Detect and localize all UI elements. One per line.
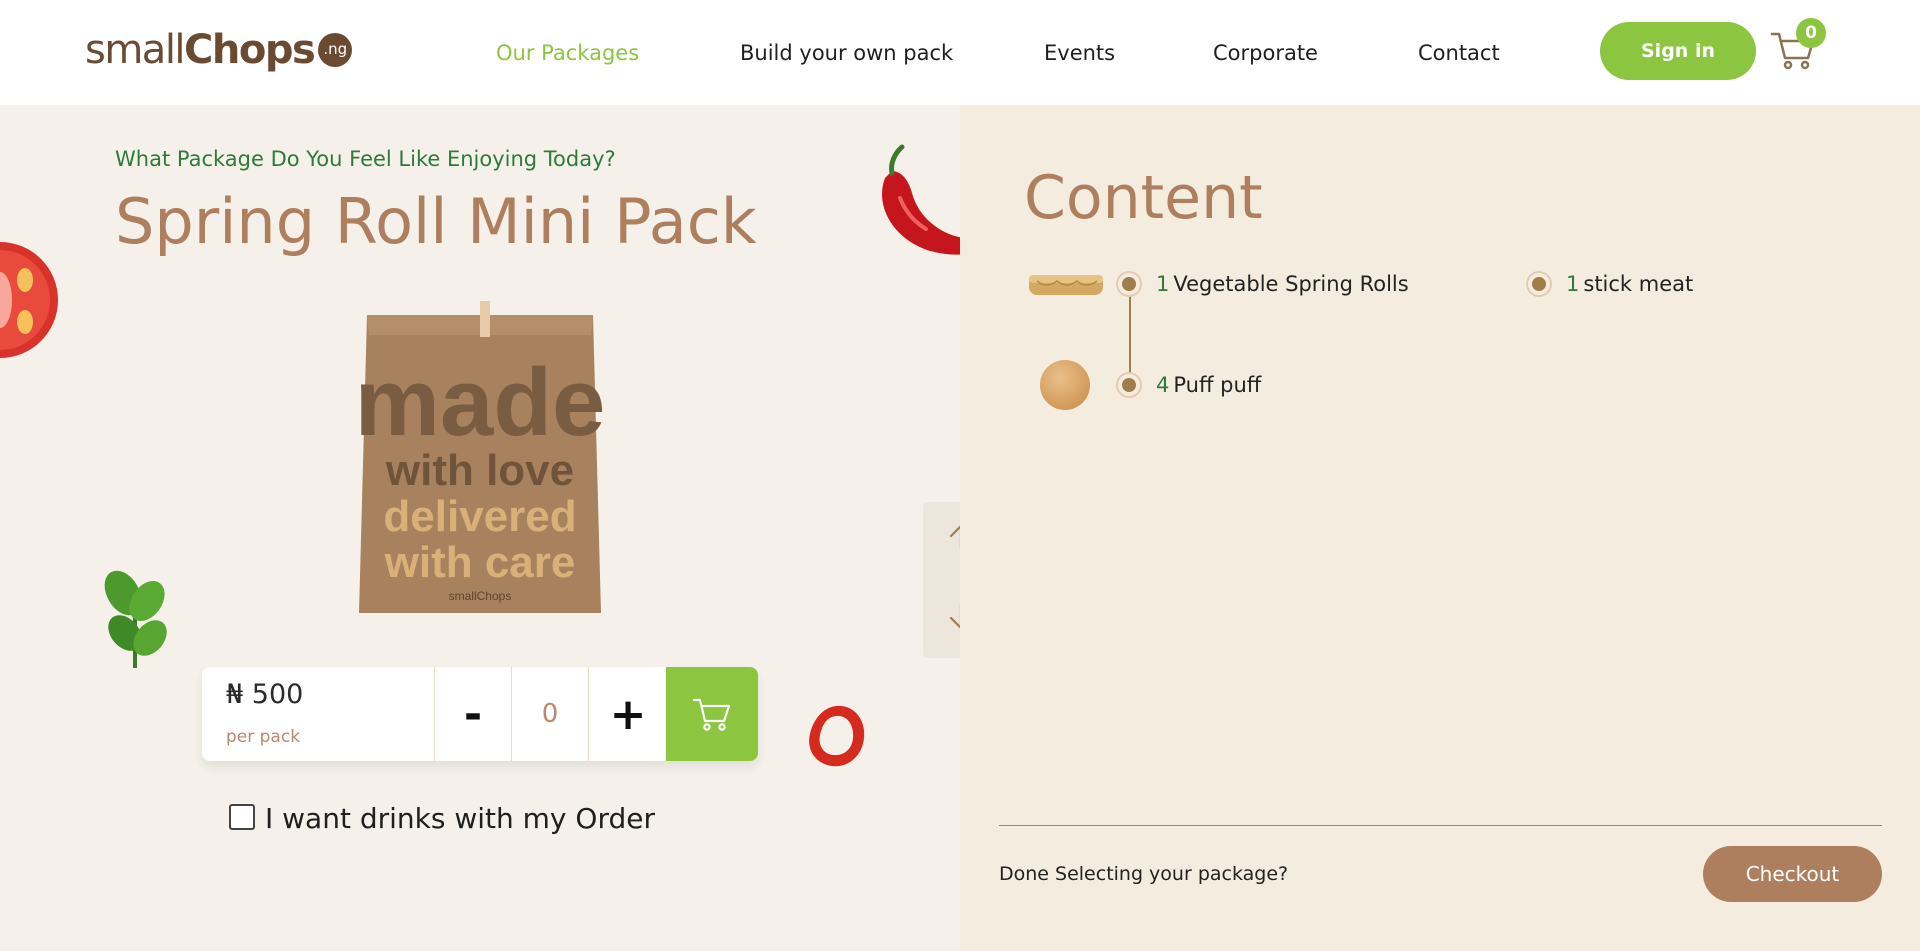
item-qty: 1 [1566,272,1580,296]
red-pepper-ring-icon [809,705,865,767]
nav-label[interactable]: Corporate [1213,41,1318,65]
sign-in-button[interactable]: Sign in [1600,22,1756,80]
nav-item-build-your-own-pack[interactable]: Build your own pack [740,0,953,105]
cart-count-badge: 0 [1796,18,1826,48]
bag-text-with-love: with love [385,446,574,495]
content-item: 1 stick meat [1526,271,1693,297]
done-prompt: Done Selecting your package? [999,863,1289,885]
content-connector-line [1129,283,1131,378]
chili-pepper-icon [882,144,960,255]
mint-leaves-icon [104,570,167,668]
content-item-text: 1 Vegetable Spring Rolls [1156,272,1409,296]
spring-roll-image [1029,275,1103,295]
item-marker [1116,372,1142,398]
package-price: ₦ 500 [226,679,304,710]
nav-label[interactable]: Build your own pack [740,41,953,65]
brand-logo[interactable]: small Chops .ng [85,25,353,75]
bag-text-made: made [355,349,605,456]
brand-name-light: small [85,27,186,73]
item-name: stick meat [1583,272,1694,296]
content-panel: Content 1 Vegetable Spring Rolls 1 stick m… [960,105,1920,951]
add-to-cart-button[interactable] [666,667,758,761]
bag-brand-text: smallChops [449,589,512,603]
item-qty: 4 [1156,373,1170,397]
nav-item-our-packages[interactable]: Our Packages [496,0,639,105]
content-title: Content [1024,163,1263,233]
item-qty: 1 [1156,272,1170,296]
brand-name-bold: Chops [184,27,316,73]
package-scroller [923,502,960,658]
nav-label[interactable]: Our Packages [496,41,639,65]
arrow-up-icon[interactable] [946,522,960,552]
cart-icon [692,698,731,731]
price-unit: per pack [226,727,301,747]
divider [999,825,1882,826]
package-panel: What Package Do You Feel Like Enjoying T… [0,105,960,951]
bag-text-with-care: with care [384,538,576,587]
package-bag-image: made with love delivered with care small… [355,301,605,613]
price-quantity-box: ₦ 500 per pack - 0 + [202,667,758,761]
nav-item-corporate[interactable]: Corporate [1213,0,1318,105]
content-item: 4 Puff puff [1116,372,1261,398]
arrow-down-icon[interactable] [946,602,960,632]
package-prompt: What Package Do You Feel Like Enjoying T… [115,147,616,171]
item-marker [1116,271,1142,297]
puff-puff-image [1040,360,1090,410]
item-name: Puff puff [1173,373,1262,397]
drinks-checkbox[interactable] [229,803,255,830]
content-item-text: 1 stick meat [1566,272,1693,296]
tomato-slice-icon [0,242,58,358]
quantity-value[interactable]: 0 [511,667,588,761]
decrease-quantity-button[interactable]: - [434,667,511,761]
increase-quantity-button[interactable]: + [588,667,667,761]
drinks-label[interactable]: I want drinks with my Order [265,802,655,835]
nav-label[interactable]: Events [1044,41,1115,65]
drinks-option[interactable]: I want drinks with my Order [229,798,655,835]
nav-label[interactable]: Contact [1418,41,1500,65]
content-item-text: 4 Puff puff [1156,373,1261,397]
item-name: Vegetable Spring Rolls [1173,272,1409,296]
package-title: Spring Roll Mini Pack [115,185,757,258]
nav-item-events[interactable]: Events [1044,0,1115,105]
nav-item-contact[interactable]: Contact [1418,0,1500,105]
checkout-button[interactable]: Checkout [1703,846,1882,902]
bag-text-delivered: delivered [383,492,576,541]
item-marker [1526,271,1552,297]
brand-badge: .ng [318,33,353,67]
site-header: small Chops .ng Our Packages Build your … [0,0,1920,105]
content-item: 1 Vegetable Spring Rolls [1116,271,1409,297]
